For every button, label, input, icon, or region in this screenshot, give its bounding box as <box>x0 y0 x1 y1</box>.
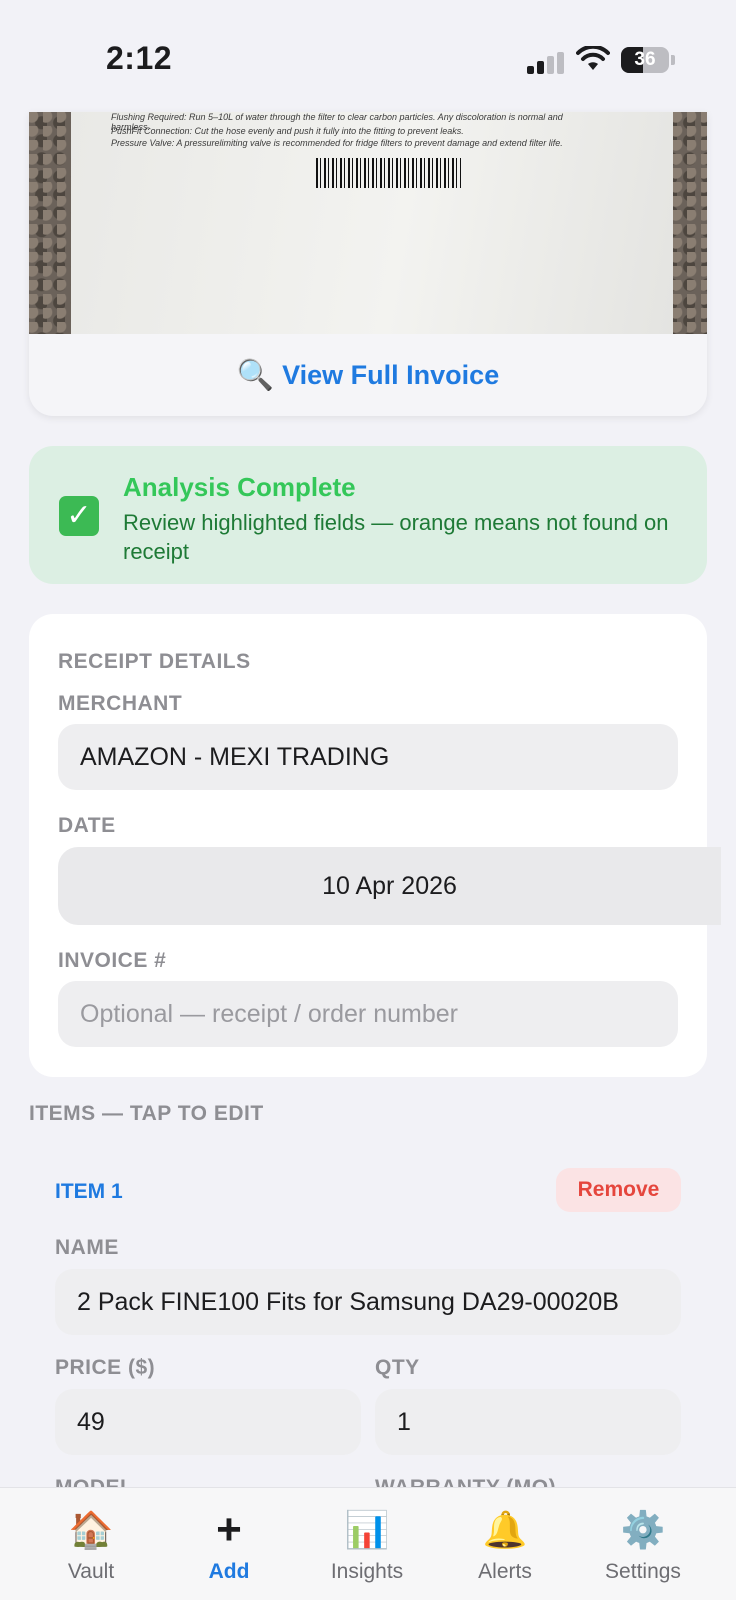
tab-settings-label: Settings <box>605 1560 681 1583</box>
tab-alerts[interactable]: 🔔 Alerts <box>445 1488 565 1600</box>
invoice-photo[interactable]: Flushing Required: Run 5–10L of water th… <box>29 112 707 334</box>
tab-add-label: Add <box>208 1560 250 1583</box>
analysis-banner: ✓ Analysis Complete Review highlighted f… <box>29 446 707 584</box>
invoice-number-label: INVOICE # <box>58 949 167 972</box>
price-label: PRICE ($) <box>55 1356 156 1379</box>
tab-add[interactable]: + Add <box>169 1488 289 1600</box>
view-full-invoice-label: View Full Invoice <box>282 359 500 390</box>
bell-icon: 🔔 <box>482 1509 528 1550</box>
invoice-number-field[interactable]: Optional — receipt / order number <box>58 981 678 1047</box>
tab-insights-label: Insights <box>330 1560 404 1583</box>
tab-vault[interactable]: 🏠 Vault <box>31 1488 151 1600</box>
cellular-signal-icon <box>527 52 565 74</box>
view-full-invoice-button[interactable]: 🔍 View Full Invoice <box>29 334 707 416</box>
remove-item-button[interactable]: Remove <box>556 1168 681 1212</box>
tab-vault-label: Vault <box>67 1560 115 1583</box>
items-heading: ITEMS — TAP TO EDIT <box>29 1102 264 1125</box>
invoice-text-line: Flushing Required: Run 5–10L of water th… <box>111 112 563 122</box>
item-name-label: NAME <box>55 1236 119 1259</box>
barcode <box>316 158 461 188</box>
price-field[interactable]: 49 <box>55 1389 361 1455</box>
wifi-icon <box>576 44 610 77</box>
battery-icon: 36 <box>621 47 675 73</box>
merchant-label: MERCHANT <box>58 692 183 715</box>
date-label: DATE <box>58 814 116 837</box>
tab-alerts-label: Alerts <box>478 1560 532 1583</box>
status-time: 2:12 <box>106 40 173 76</box>
battery-level: 36 <box>634 49 656 70</box>
date-picker[interactable]: 10 Apr 2026 <box>58 847 721 925</box>
receipt-paper: Flushing Required: Run 5–10L of water th… <box>71 112 673 334</box>
qty-field[interactable]: 1 <box>375 1389 681 1455</box>
status-bar: 2:12 36 <box>0 0 736 112</box>
tab-insights[interactable]: 📊 Insights <box>307 1488 427 1600</box>
analysis-title: Analysis Complete <box>123 472 356 502</box>
bar-chart-icon: 📊 <box>344 1509 390 1550</box>
invoice-text-line: PushFit Connection: Cut the hose evenly … <box>111 126 464 136</box>
item-name-field[interactable]: 2 Pack FINE100 Fits for Samsung DA29-000… <box>55 1269 681 1335</box>
qty-label: QTY <box>375 1356 420 1379</box>
gear-icon: ⚙️ <box>620 1509 666 1550</box>
checkmark-icon: ✓ <box>59 496 99 536</box>
house-icon: 🏠 <box>68 1509 114 1550</box>
plus-icon: + <box>216 1505 242 1554</box>
invoice-text-line: Pressure Valve: A pressurelimiting valve… <box>111 138 563 148</box>
tab-settings[interactable]: ⚙️ Settings <box>583 1488 703 1600</box>
magnifying-glass-icon: 🔍 <box>236 358 275 392</box>
receipt-details-card: RECEIPT DETAILS MERCHANT AMAZON - MEXI T… <box>29 614 721 1077</box>
analysis-description: Review highlighted fields — orange means… <box>123 510 669 564</box>
invoice-preview-card: Flushing Required: Run 5–10L of water th… <box>29 112 707 416</box>
merchant-field[interactable]: AMAZON - MEXI TRADING <box>58 724 678 790</box>
receipt-details-heading: RECEIPT DETAILS <box>58 650 251 673</box>
tab-bar: 🏠 Vault + Add 📊 Insights 🔔 Alerts ⚙️ Set… <box>0 1487 736 1600</box>
item-title: ITEM 1 <box>55 1180 123 1203</box>
